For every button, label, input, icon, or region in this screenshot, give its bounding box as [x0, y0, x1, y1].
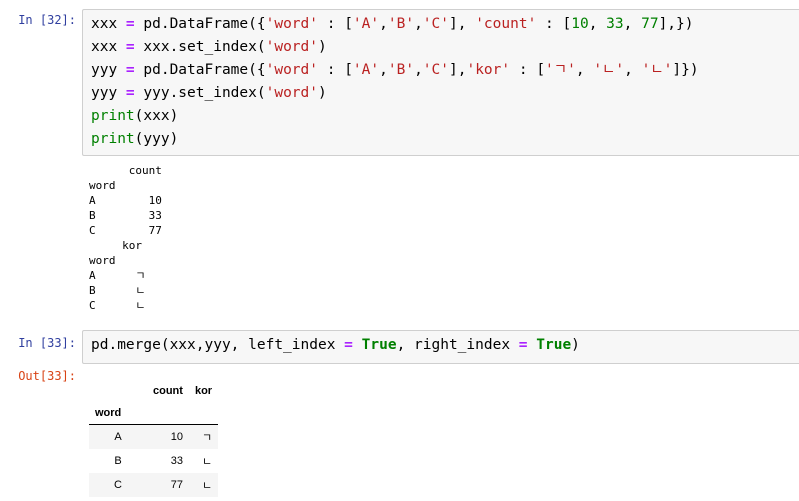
table-index-name-row: word	[89, 402, 219, 425]
row-index: B	[114, 454, 122, 467]
table-row: B 33 ㄴ	[89, 449, 218, 473]
row-index: C	[114, 478, 122, 491]
cell-kor: ㄴ	[201, 455, 213, 468]
code-line: xxx = pd.DataFrame({'word' : ['A','B','C…	[91, 16, 694, 32]
cell-count: 33	[170, 454, 183, 467]
index-name: word	[95, 407, 122, 419]
column-header-kor: kor	[194, 385, 213, 397]
cell-32-code-editor[interactable]: xxx = pd.DataFrame({'word' : ['A','B','C…	[82, 9, 799, 156]
code-line: pd.merge(xxx,yyy, left_index = True, rig…	[91, 337, 580, 353]
cell-33-code-editor[interactable]: pd.merge(xxx,yyy, left_index = True, rig…	[82, 330, 799, 364]
row-index: A	[114, 430, 122, 443]
empty-header-cell	[147, 402, 189, 425]
table-row: C 77 ㄴ	[89, 472, 219, 497]
cell-count: 77	[170, 478, 183, 491]
code-line: yyy = pd.DataFrame({'word' : ['A','B','C…	[91, 62, 699, 78]
code-line: print(yyy)	[91, 131, 179, 147]
table-header-row: count kor	[89, 380, 218, 402]
cell-32-input-prompt: In [32]:	[18, 13, 76, 27]
cell-kor: ㄴ	[201, 479, 213, 492]
table-row: A 10 ㄱ	[89, 424, 219, 449]
cell-33-input-prompt: In [33]:	[18, 336, 76, 350]
cell-count: 10	[170, 430, 183, 443]
cell-kor: ㄱ	[201, 431, 213, 444]
empty-header-cell	[189, 402, 218, 425]
code-line: yyy = yyy.set_index('word')	[91, 85, 327, 101]
code-line: xxx = xxx.set_index('word')	[91, 39, 327, 55]
cell-32-stdout: count word A 10 B 33 C 77 kor word A ㄱ B…	[89, 164, 162, 312]
table-corner	[89, 380, 147, 402]
cell-33-output-prompt: Out[33]:	[18, 369, 76, 383]
merge-result-table: count kor word A 10 ㄱ B 33 ㄴ C 77 ㄴ	[89, 380, 219, 497]
code-line: print(xxx)	[91, 108, 179, 124]
column-header-count: count	[153, 385, 183, 397]
